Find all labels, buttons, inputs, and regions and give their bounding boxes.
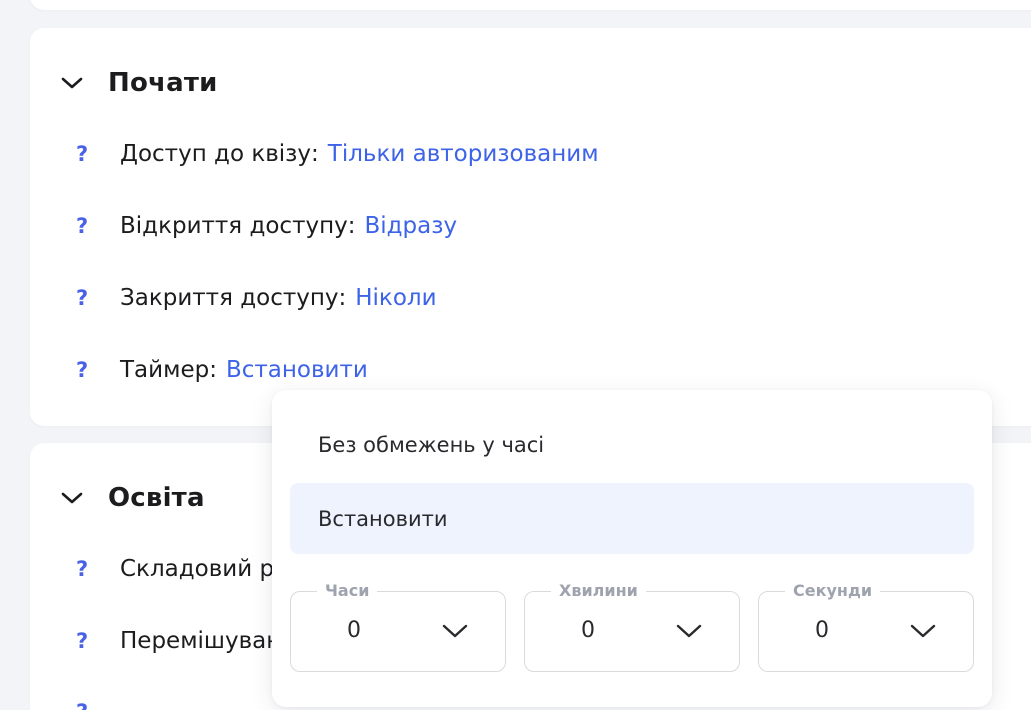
previous-section-card: [30, 0, 1031, 10]
chevron-down-icon: [910, 624, 936, 638]
hours-value: 0: [347, 618, 361, 643]
option-no-time-limit[interactable]: Без обмежень у часі: [290, 409, 974, 480]
setting-row-composite: ? Складовий р: [76, 556, 283, 582]
setting-row-close: ? Закриття доступу: Ніколи: [76, 285, 437, 311]
setting-label: Закриття доступу:: [120, 285, 347, 311]
hours-select[interactable]: Часи 0: [290, 581, 506, 672]
section-start-card: Почати ? Доступ до квізу: Тільки авториз…: [30, 28, 1031, 426]
chevron-down-icon[interactable]: [60, 71, 84, 95]
hours-label: Часи: [317, 581, 378, 600]
help-icon[interactable]: ?: [76, 557, 120, 581]
minutes-value: 0: [581, 618, 595, 643]
help-icon[interactable]: ?: [76, 700, 120, 710]
help-icon[interactable]: ?: [76, 286, 120, 310]
section-title: Освіта: [108, 483, 205, 513]
minutes-select[interactable]: Хвилини 0: [524, 581, 740, 672]
setting-label: Складовий р: [120, 556, 275, 582]
setting-row-access: ? Доступ до квізу: Тільки авторизованим: [76, 141, 599, 167]
page: Почати ? Доступ до квізу: Тільки авториз…: [0, 0, 1031, 710]
minutes-label: Хвилини: [551, 581, 646, 600]
setting-value-link[interactable]: Ніколи: [355, 285, 436, 311]
setting-label: Доступ до квізу:: [120, 141, 319, 167]
setting-label: Відкриття доступу:: [120, 213, 356, 239]
setting-label: Таймер:: [120, 357, 217, 383]
setting-row-shuffle: ? Перемішуван: [76, 628, 290, 654]
chevron-down-icon[interactable]: [60, 486, 84, 510]
chevron-down-icon: [442, 624, 468, 638]
chevron-down-icon: [676, 624, 702, 638]
section-title: Почати: [108, 68, 218, 98]
setting-label: Перемішуван: [120, 628, 282, 654]
timer-value-link[interactable]: Встановити: [226, 357, 368, 383]
help-icon[interactable]: ?: [76, 214, 120, 238]
section-start-header[interactable]: Почати: [60, 68, 218, 98]
setting-row-partial: ?: [76, 700, 120, 710]
setting-value-link[interactable]: Відразу: [364, 213, 457, 239]
seconds-select[interactable]: Секунди 0: [758, 581, 974, 672]
help-icon[interactable]: ?: [76, 142, 120, 166]
seconds-label: Секунди: [785, 581, 881, 600]
setting-value-link[interactable]: Тільки авторизованим: [328, 141, 599, 167]
timer-dropdown: Без обмежень у часі Встановити Часи 0 Хв…: [272, 390, 992, 707]
setting-row-timer: ? Таймер: Встановити: [76, 357, 368, 383]
section-education-header[interactable]: Освіта: [60, 483, 205, 513]
setting-row-open: ? Відкриття доступу: Відразу: [76, 213, 457, 239]
seconds-value: 0: [815, 618, 829, 643]
option-set-timer[interactable]: Встановити: [290, 483, 974, 554]
help-icon[interactable]: ?: [76, 358, 120, 382]
help-icon[interactable]: ?: [76, 629, 120, 653]
